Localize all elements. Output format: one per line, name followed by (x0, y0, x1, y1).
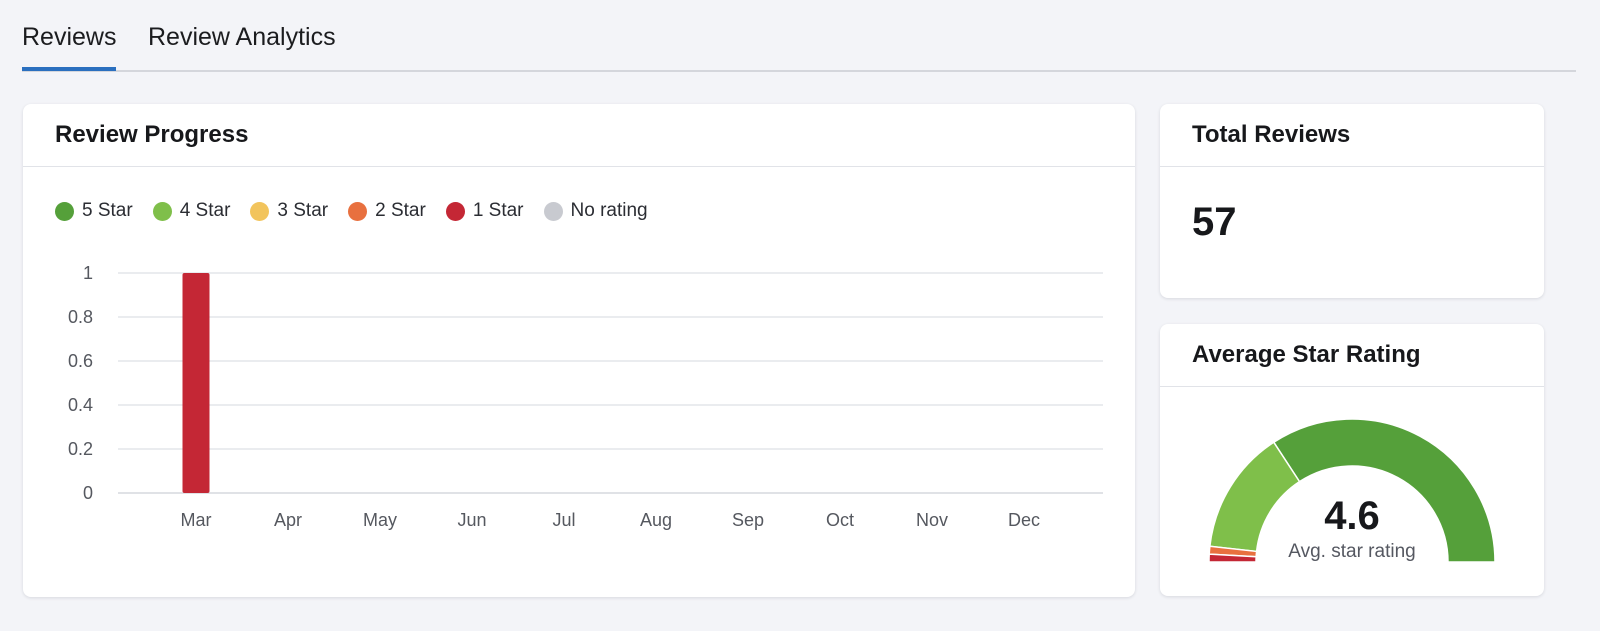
x-tick-label: Sep (732, 510, 764, 530)
legend-label: 2 Star (375, 200, 426, 221)
legend-dot-icon (543, 201, 563, 221)
legend-item-no-rating[interactable]: No rating (543, 200, 648, 222)
tab-bar: Reviews Review Analytics (22, 0, 1576, 72)
tab-reviews[interactable]: Reviews (22, 22, 117, 71)
x-tick-label: Mar (181, 510, 212, 530)
legend-dot-icon (445, 201, 465, 221)
legend-item-4-star[interactable]: 4 Star (152, 200, 231, 222)
review-progress-title: Review Progress (23, 104, 1135, 167)
y-tick-label: 0 (83, 483, 93, 503)
legend-dot-icon (55, 201, 74, 221)
x-tick-label: May (363, 510, 397, 530)
review-progress-chart: 0 0.2 0.4 0.6 0.8 1 Mar Apr May Jun Jul Aug Sep Oct No… (68, 263, 1103, 530)
x-tick-label: Apr (274, 510, 302, 530)
x-tick-label: Oct (826, 510, 854, 530)
x-tick-label: Jun (457, 510, 486, 530)
average-rating-gauge: 4.6 Avg. star rating (1208, 418, 1496, 563)
x-tick-label: Nov (916, 510, 948, 530)
legend-dot-icon (348, 201, 368, 221)
y-tick-label: 0.2 (68, 439, 93, 459)
total-reviews-value: 57 (1192, 200, 1237, 244)
x-tick-label: Jul (552, 510, 575, 530)
average-rating-card: Average Star Rating 4.6 Avg. star rating (1160, 324, 1544, 596)
legend-item-2-star[interactable]: 2 Star (348, 200, 426, 222)
bar-1-star-mar[interactable] (182, 273, 210, 493)
legend-label: 5 Star (82, 200, 133, 221)
legend-item-3-star[interactable]: 3 Star (250, 200, 328, 222)
total-reviews-title: Total Reviews (1160, 104, 1544, 167)
legend-label: 4 Star (179, 200, 231, 221)
x-tick-label: Dec (1008, 510, 1040, 530)
legend-item-1-star[interactable]: 1 Star (445, 200, 524, 222)
legend-dot-icon (152, 201, 172, 221)
y-tick-label: 0.8 (68, 307, 93, 327)
average-rating-value: 4.6 (1324, 494, 1380, 538)
legend-dot-icon (250, 201, 270, 221)
chart-legend: 5 Star 4 Star 3 Star 2 Star 1 Star No ra… (55, 200, 668, 222)
total-reviews-card: Total Reviews 57 (1160, 104, 1544, 298)
y-tick-label: 0.4 (68, 395, 93, 415)
x-tick-label: Aug (640, 510, 672, 530)
tab-review-analytics[interactable]: Review Analytics (148, 22, 336, 52)
y-tick-label: 1 (83, 263, 93, 283)
legend-label: 3 Star (277, 200, 329, 221)
average-rating-caption: Avg. star rating (1288, 541, 1415, 562)
review-progress-card: Review Progress 5 Star 4 Star 3 Star 2 S… (23, 104, 1135, 597)
y-tick-label: 0.6 (68, 351, 93, 371)
legend-item-5-star[interactable]: 5 Star (55, 200, 133, 222)
legend-label: No rating (570, 200, 648, 221)
legend-label: 1 Star (472, 200, 524, 221)
